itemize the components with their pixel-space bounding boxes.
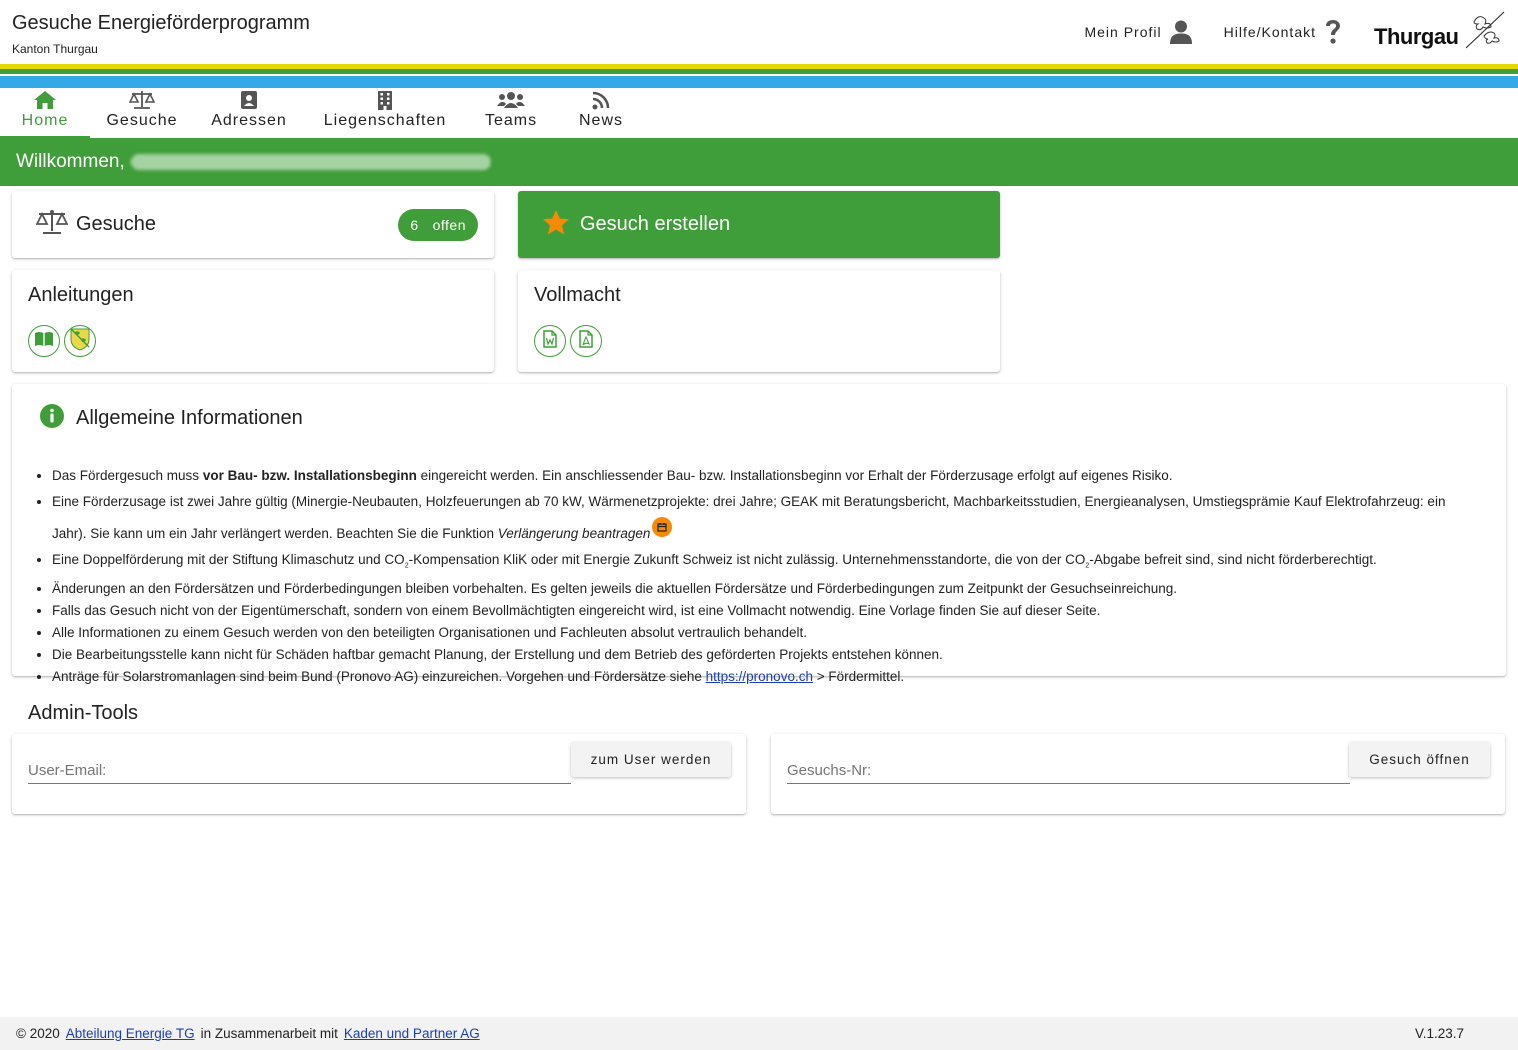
open-status: offen [432,217,466,233]
admin-gesuch-card: Gesuch öffnen [771,734,1505,814]
header-actions: Mein Profil Hilfe/Kontakt Thurgau [1084,0,1518,64]
thurgau-logo: Thurgau [1374,8,1506,56]
logo-text: Thurgau [1374,24,1459,49]
create-gesuch-label: Gesuch erstellen [580,213,731,235]
nav-adressen-label: Adressen [211,112,287,129]
canton-crest-icon [69,327,91,356]
scale-icon [129,90,155,110]
color-stripes [0,64,1518,88]
welcome-text: Willkommen, [16,151,125,172]
manual-book-button[interactable] [28,325,60,357]
redacted-username [130,154,491,170]
info-title: Allgemeine Informationen [76,407,303,429]
nav-liegenschaften[interactable]: Liegenschaften [304,88,466,138]
scale-icon [35,209,69,240]
info-icon [40,404,64,433]
info-list: Das Fördergesuch muss vor Bau- bzw. Inst… [40,465,1478,688]
nav-adressen[interactable]: Adressen [194,88,304,138]
version: V.1.23.7 [1414,1026,1464,1041]
nav-gesuche[interactable]: Gesuche [90,88,194,138]
anleitungen-card: Anleitungen [12,270,494,372]
kaden-partner-link[interactable]: Kaden und Partner AG [344,1026,480,1041]
open-count: 6 [410,217,419,233]
main-nav: Home Gesuche Adressen Liegenschaften Tea… [0,88,1518,138]
copyright: © 2020 [16,1026,60,1041]
welcome-bar: Willkommen, [0,138,1518,186]
open-count-badge[interactable]: 6 offen [398,209,478,241]
info-card: Allgemeine Informationen Das Fördergesuc… [12,384,1506,684]
nav-news[interactable]: News [556,88,646,138]
gesuch-number-field[interactable] [787,758,1350,784]
app-title: Gesuche Energieförderprogramm [12,12,310,34]
vollmacht-pdf-button[interactable] [570,325,602,357]
user-icon [1169,20,1192,44]
calendar-icon[interactable] [652,517,673,537]
nav-liegenschaften-label: Liegenschaften [323,112,447,129]
address-book-icon [240,90,258,110]
help-link[interactable]: Hilfe/Kontakt [1224,19,1342,45]
users-icon [497,90,525,110]
file-word-icon [543,329,557,353]
nav-news-label: News [578,112,623,129]
rss-icon [592,90,610,110]
nav-home-label: Home [21,112,69,129]
user-email-input[interactable] [28,762,571,779]
app-subtitle: Kanton Thurgau [12,42,98,56]
nav-home[interactable]: Home [0,88,90,138]
file-pdf-icon [579,329,593,353]
list-item: Anträge für Solarstromanlagen sind beim … [52,666,1478,688]
list-item: Die Bearbeitungsstelle kann nicht für Sc… [52,644,1478,666]
list-item: Alle Informationen zu einem Gesuch werde… [52,622,1478,644]
create-gesuch-button[interactable]: Gesuch erstellen [518,191,1000,258]
list-item: Das Fördergesuch muss vor Bau- bzw. Inst… [52,465,1478,487]
footer: © 2020 Abteilung Energie TG in Zusammena… [0,1017,1518,1050]
canton-guide-button[interactable] [64,325,96,357]
list-item: Eine Doppelförderung mit der Stiftung Kl… [52,549,1478,578]
energie-tg-link[interactable]: Abteilung Energie TG [66,1026,195,1041]
user-email-field[interactable] [28,758,571,784]
pronovo-link[interactable]: https://pronovo.ch [706,669,813,684]
list-item: Änderungen an den Fördersätzen und Förde… [52,578,1478,600]
admin-title: Admin-Tools [28,702,139,724]
profile-link[interactable]: Mein Profil [1084,20,1192,44]
gesuch-number-input[interactable] [787,762,1350,779]
vollmacht-card: Vollmacht [518,270,1000,372]
admin-user-card: zum User werden [12,734,746,814]
help-label: Hilfe/Kontakt [1223,24,1316,40]
list-item: Falls das Gesuch nicht von der Eigentüme… [52,600,1478,622]
profile-label: Mein Profil [1084,24,1162,40]
star-icon [542,209,570,241]
gesuche-title: Gesuche [76,213,157,235]
nav-teams[interactable]: Teams [466,88,556,138]
anleitungen-title: Anleitungen [28,284,134,306]
book-icon [34,331,54,352]
building-icon [377,90,393,110]
vollmacht-title: Vollmacht [534,284,621,306]
nav-gesuche-label: Gesuche [106,112,178,129]
list-item: Eine Förderzusage ist zwei Jahre gültig … [52,487,1478,549]
question-icon [1324,19,1342,45]
home-icon [33,90,57,110]
open-gesuch-button[interactable]: Gesuch öffnen [1349,742,1490,777]
footer-mid-text: in Zusammenarbeit mit [200,1026,338,1041]
app-header: Gesuche Energieförderprogramm Kanton Thu… [0,0,1518,64]
nav-teams-label: Teams [484,112,538,129]
become-user-button[interactable]: zum User werden [571,742,731,777]
gesuche-card[interactable]: Gesuche 6 offen [12,191,494,258]
lion-crest-icon [1464,10,1506,55]
vollmacht-word-button[interactable] [534,325,566,357]
